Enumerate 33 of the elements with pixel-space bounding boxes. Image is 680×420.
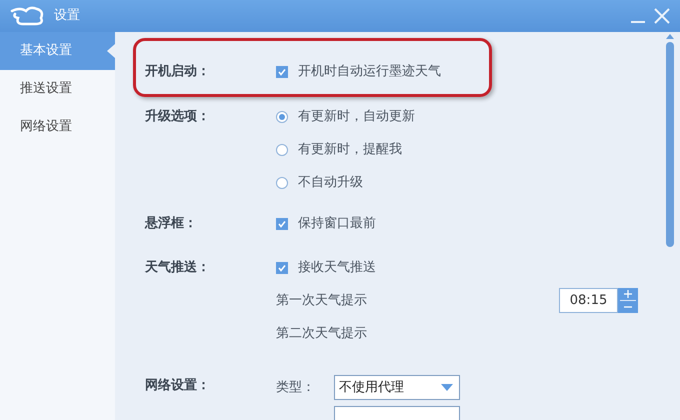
option-label: 保持窗口最前 xyxy=(298,214,376,233)
option-label: 第二次天气提示 xyxy=(276,324,367,343)
pointer-icon xyxy=(107,44,115,58)
proxy-dropdown[interactable]: 不使用代理 xyxy=(334,375,460,400)
sidebar-item[interactable]: 推送设置 xyxy=(0,70,115,108)
option-label: 有更新时，提醒我 xyxy=(298,140,402,159)
address-field[interactable] xyxy=(334,406,460,420)
section-label: 升级选项： xyxy=(145,108,210,126)
checkbox[interactable] xyxy=(276,218,288,230)
section-label: 天气推送： xyxy=(145,258,210,277)
radio-button[interactable] xyxy=(276,144,288,156)
section-label: 开机启动： xyxy=(145,62,210,81)
checkbox[interactable] xyxy=(276,66,288,78)
section-label: 悬浮框： xyxy=(145,214,197,233)
radio-button[interactable] xyxy=(276,176,288,188)
scrollbar-thumb[interactable] xyxy=(666,42,674,247)
option-label: 有更新时，自动更新 xyxy=(298,108,415,126)
window-title: 设置 xyxy=(54,7,80,26)
scroll-up-icon[interactable] xyxy=(666,34,674,39)
option-label: 不自动升级 xyxy=(298,174,363,192)
checkbox[interactable] xyxy=(276,262,288,274)
field-label: 类型： xyxy=(276,378,316,397)
radio-button[interactable] xyxy=(276,110,288,122)
section-label: 网络设置： xyxy=(145,376,210,395)
spinner-icon[interactable] xyxy=(618,288,638,313)
option-label: 开机时自动运行墨迹天气 xyxy=(298,62,441,81)
sidebar-item[interactable]: 网络设置 xyxy=(0,108,115,146)
close-icon[interactable] xyxy=(654,8,670,24)
option-label: 第一次天气提示 xyxy=(276,292,367,310)
cloud-logo-icon xyxy=(10,5,46,27)
time-field[interactable]: 08:15 xyxy=(559,288,618,313)
dropdown-arrow-icon xyxy=(441,384,453,391)
option-label: 接收天气推送 xyxy=(298,258,376,277)
